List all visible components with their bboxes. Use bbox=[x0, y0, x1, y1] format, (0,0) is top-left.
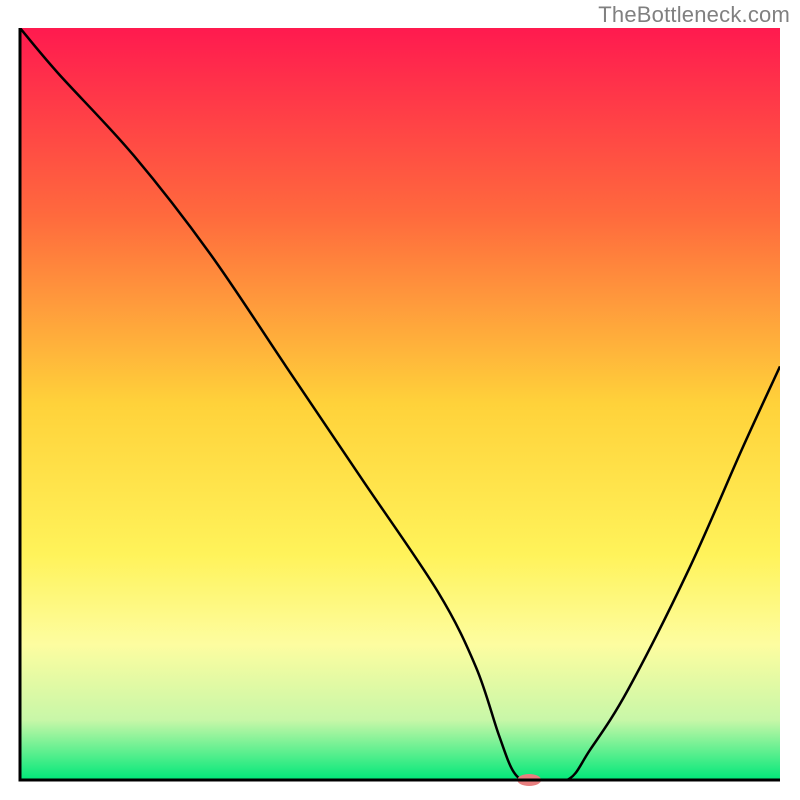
bottleneck-chart: TheBottleneck.com bbox=[0, 0, 800, 800]
chart-canvas bbox=[0, 0, 800, 800]
gradient-background bbox=[20, 28, 780, 780]
